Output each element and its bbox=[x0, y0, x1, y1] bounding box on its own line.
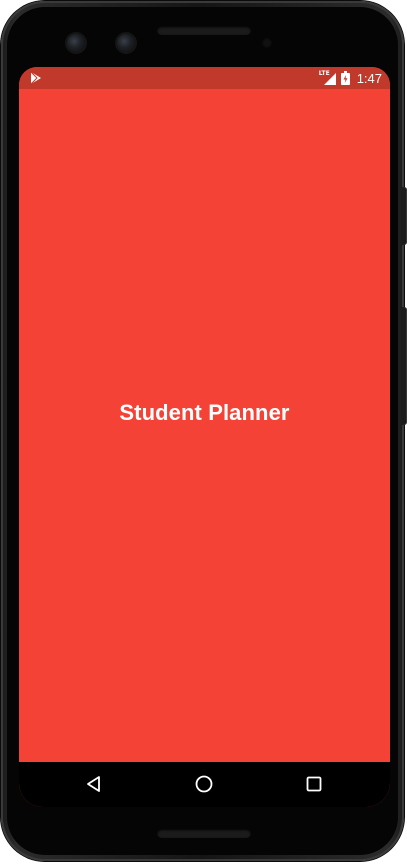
app-title: Student Planner bbox=[119, 400, 290, 425]
device-screen: LTE 1:47 Student Planner bbox=[19, 67, 390, 807]
back-icon[interactable] bbox=[82, 772, 106, 796]
home-icon[interactable] bbox=[192, 772, 216, 796]
status-bar: LTE 1:47 bbox=[19, 67, 390, 89]
lte-signal-icon: LTE bbox=[319, 70, 337, 85]
earpiece-speaker bbox=[157, 26, 251, 35]
navigation-bar bbox=[19, 762, 390, 807]
power-button[interactable] bbox=[402, 187, 407, 245]
splash-screen: Student Planner bbox=[19, 89, 390, 762]
proximity-sensor bbox=[262, 38, 272, 48]
status-icons: LTE 1:47 bbox=[319, 69, 382, 87]
bottom-speaker bbox=[157, 829, 251, 838]
front-camera-icon bbox=[67, 34, 85, 52]
front-camera-secondary-icon bbox=[117, 34, 135, 52]
recents-icon[interactable] bbox=[302, 772, 326, 796]
status-time: 1:47 bbox=[356, 70, 382, 86]
phone-frame: LTE 1:47 Student Planner bbox=[1, 1, 407, 861]
volume-rocker[interactable] bbox=[402, 307, 407, 425]
battery-charging-icon bbox=[340, 71, 350, 85]
play-store-icon bbox=[30, 71, 41, 85]
